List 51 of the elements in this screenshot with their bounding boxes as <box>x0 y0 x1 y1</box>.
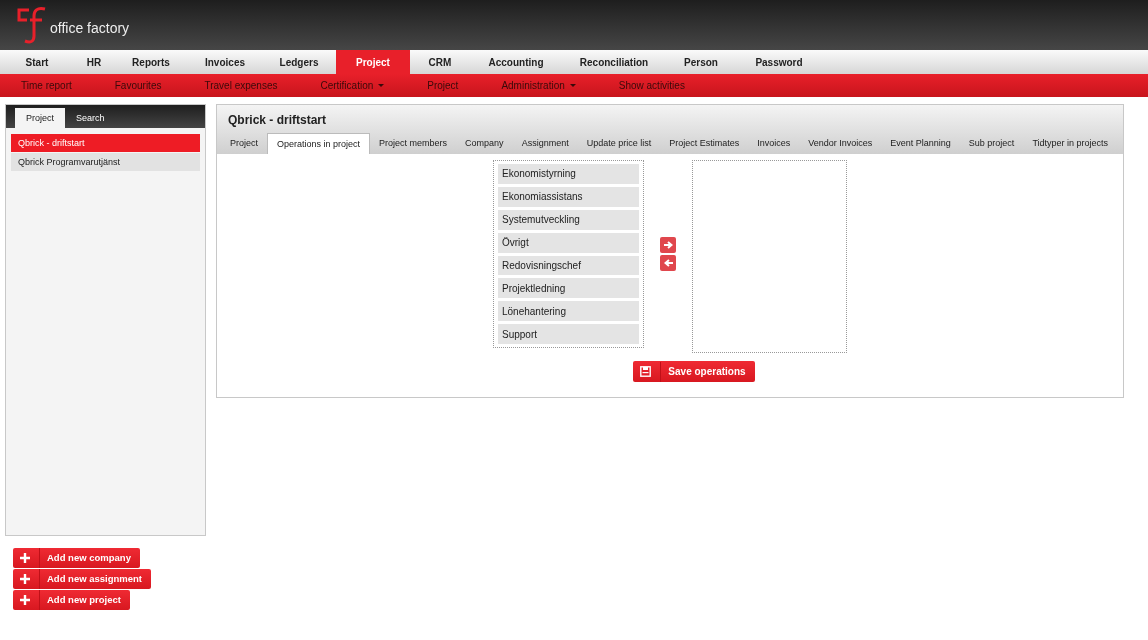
panel-tab[interactable]: Project Estimates <box>660 133 749 153</box>
panel-tab[interactable]: Event Planning <box>881 133 960 153</box>
add-button[interactable]: Add new assignment <box>13 569 151 589</box>
main-nav-tab[interactable]: Project <box>336 50 410 74</box>
arrow-right-icon <box>663 241 673 249</box>
sidebar-tab[interactable]: Project <box>15 108 65 128</box>
main-nav-tab[interactable]: HR <box>74 50 114 74</box>
main-nav-tab[interactable]: Password <box>736 50 822 74</box>
main-nav-tab[interactable]: Reports <box>114 50 188 74</box>
main-nav-tab[interactable]: Reconciliation <box>562 50 666 74</box>
list-item[interactable]: Ekonomiassistans <box>498 186 639 207</box>
list-item[interactable]: Lönehantering <box>498 301 639 322</box>
main-nav-tab[interactable]: Start <box>0 50 74 74</box>
panel-tab[interactable]: Project members <box>370 133 457 153</box>
add-button[interactable]: Add new company <box>13 548 140 568</box>
main-nav-tab[interactable]: CRM <box>410 50 470 74</box>
logo-icon <box>15 6 47 44</box>
panel-tab[interactable]: Assignment <box>512 133 578 153</box>
arrow-left-icon <box>663 259 673 267</box>
main-nav-tab[interactable]: Invoices <box>188 50 262 74</box>
move-right-button[interactable] <box>660 237 676 253</box>
list-item[interactable]: Systemutveckling <box>498 209 639 230</box>
main-nav-tab[interactable]: Person <box>666 50 736 74</box>
list-item[interactable]: Projektledning <box>498 278 639 299</box>
sidebar-item[interactable]: Qbrick Programvarutjänst <box>11 153 200 171</box>
panel-tab[interactable]: Update price list <box>577 133 661 153</box>
add-button[interactable]: Add new project <box>13 590 130 610</box>
panel-tab[interactable]: Sub project <box>959 133 1024 153</box>
plus-icon <box>20 595 30 605</box>
main-nav-tab[interactable]: Accounting <box>470 50 562 74</box>
list-item[interactable]: Ekonomistyrning <box>498 164 639 184</box>
panel-tab[interactable]: Company <box>456 133 513 153</box>
list-item[interactable]: Redovisningschef <box>498 255 639 276</box>
move-left-button[interactable] <box>660 255 676 271</box>
panel-tab[interactable]: Tidtyper in projects <box>1023 133 1118 153</box>
logo-text: office factory <box>50 20 130 36</box>
main-nav-tab[interactable]: Ledgers <box>262 50 336 74</box>
panel-tab[interactable]: Vendor Invoices <box>799 133 882 153</box>
panel-tab[interactable]: Invoices <box>748 133 800 153</box>
caret-icon <box>378 84 385 87</box>
plus-icon <box>20 553 30 563</box>
save-button[interactable]: Save operations <box>633 361 755 382</box>
sidebar-item[interactable]: Qbrick - driftstart <box>11 134 200 152</box>
caret-icon <box>569 84 576 87</box>
list-item[interactable]: Övrigt <box>498 232 639 253</box>
list-item[interactable]: Support <box>498 324 639 344</box>
panel-tab[interactable]: Project <box>221 133 267 153</box>
plus-icon <box>20 574 30 584</box>
sidebar-tab[interactable]: Search <box>65 108 116 128</box>
panel-tab[interactable]: Operations in project <box>267 133 371 154</box>
panel-title: Qbrick - driftstart <box>228 113 327 127</box>
